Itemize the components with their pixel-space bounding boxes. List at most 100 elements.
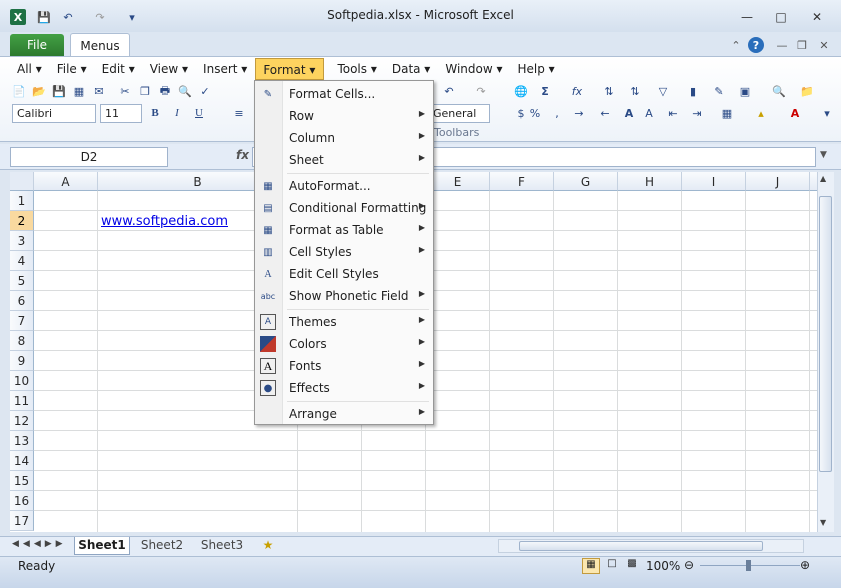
- open-icon[interactable]: 📂: [30, 82, 48, 100]
- new-icon[interactable]: 📄: [10, 82, 28, 100]
- insert-sheet-icon[interactable]: ★: [258, 537, 278, 555]
- scroll-up-icon[interactable]: ▲: [820, 174, 826, 183]
- row-header[interactable]: 10: [10, 371, 34, 391]
- menus-tab[interactable]: Menus: [70, 33, 130, 57]
- chart-icon[interactable]: ▮: [684, 82, 702, 100]
- grow-font-icon[interactable]: A: [620, 104, 638, 122]
- print-preview-icon[interactable]: 🔍: [176, 82, 194, 100]
- percent-icon[interactable]: %: [526, 104, 544, 122]
- borders-icon[interactable]: ▦: [718, 104, 736, 122]
- sort-ascending-icon[interactable]: ⇅: [600, 82, 618, 100]
- number-format-select[interactable]: General: [428, 104, 490, 123]
- expand-formula-icon[interactable]: ▼: [820, 150, 827, 160]
- menu-file[interactable]: File ▾: [50, 58, 95, 80]
- hyperlink-icon[interactable]: 🌐: [512, 82, 530, 100]
- menu-item-format-as-table[interactable]: ▦ Format as Table ▶: [257, 219, 431, 241]
- minimize-icon[interactable]: —: [734, 8, 760, 26]
- menu-item-conditional-formatting[interactable]: ▤ Conditional Formatting ▶: [257, 197, 431, 219]
- print-icon[interactable]: 🖶: [156, 82, 174, 100]
- column-header[interactable]: J: [746, 172, 810, 191]
- menu-item-autoformat[interactable]: ▦ AutoFormat...: [257, 175, 431, 197]
- underline-button[interactable]: U: [190, 104, 208, 122]
- menu-tools[interactable]: Tools ▾: [330, 58, 384, 80]
- excel-save-icon[interactable]: ▦: [70, 82, 88, 100]
- undo-toolbar-icon[interactable]: ↶: [440, 82, 458, 100]
- menu-item-row[interactable]: Row ▶: [257, 105, 431, 127]
- column-header[interactable]: I: [682, 172, 746, 191]
- zoom-slider-thumb[interactable]: [746, 560, 751, 571]
- decrease-decimal-icon[interactable]: ←: [596, 104, 614, 122]
- menu-item-colors[interactable]: Colors ▶: [257, 333, 431, 355]
- picture-icon[interactable]: ▣: [736, 82, 754, 100]
- spelling-icon[interactable]: ✓: [196, 82, 214, 100]
- scroll-down-icon[interactable]: ▼: [820, 518, 826, 527]
- row-header[interactable]: 13: [10, 431, 34, 451]
- folder-icon[interactable]: 📁: [798, 82, 816, 100]
- font-size-select[interactable]: 11: [100, 104, 142, 123]
- font-color-icon[interactable]: A: [786, 104, 804, 122]
- autosum-icon[interactable]: Σ: [536, 82, 554, 100]
- save-toolbar-icon[interactable]: 💾: [50, 82, 68, 100]
- workbook-minimize-icon[interactable]: —: [774, 37, 790, 53]
- drawing-icon[interactable]: ✎: [710, 82, 728, 100]
- horizontal-scroll-thumb[interactable]: [519, 541, 763, 551]
- menu-data[interactable]: Data ▾: [385, 58, 439, 80]
- row-header[interactable]: 17: [10, 511, 34, 531]
- menu-item-sheet[interactable]: Sheet ▶: [257, 149, 431, 171]
- menu-item-cell-styles[interactable]: ▥ Cell Styles ▶: [257, 241, 431, 263]
- menu-format[interactable]: Format ▾: [255, 58, 325, 80]
- file-tab[interactable]: File: [10, 34, 64, 56]
- menu-item-edit-cell-styles[interactable]: A Edit Cell Styles: [257, 263, 431, 285]
- italic-button[interactable]: I: [168, 104, 186, 122]
- menu-help[interactable]: Help ▾: [511, 58, 563, 80]
- insert-function-icon[interactable]: fx: [236, 148, 249, 162]
- menu-window[interactable]: Window ▾: [438, 58, 510, 80]
- bold-button[interactable]: B: [146, 104, 164, 122]
- row-header[interactable]: 12: [10, 411, 34, 431]
- workbook-close-icon[interactable]: ✕: [816, 37, 832, 53]
- column-header[interactable]: A: [34, 172, 98, 191]
- page-layout-icon[interactable]: □: [604, 558, 620, 574]
- maximize-icon[interactable]: □: [768, 8, 794, 26]
- row-header[interactable]: 15: [10, 471, 34, 491]
- menu-item-effects[interactable]: ● Effects ▶: [257, 377, 431, 399]
- sort-descending-icon[interactable]: ⇅: [626, 82, 644, 100]
- redo-toolbar-icon[interactable]: ↷: [472, 82, 490, 100]
- minimize-ribbon-icon[interactable]: ⌃: [728, 37, 744, 53]
- zoom-level[interactable]: 100%: [646, 559, 680, 573]
- row-header[interactable]: 2: [10, 211, 34, 231]
- sheet-tab-2[interactable]: Sheet2: [134, 537, 190, 555]
- menu-item-arrange[interactable]: Arrange ▶: [257, 403, 431, 425]
- cell-b2-hyperlink[interactable]: www.softpedia.com: [101, 214, 228, 229]
- row-header[interactable]: 11: [10, 391, 34, 411]
- column-header[interactable]: [810, 172, 817, 191]
- name-box[interactable]: D2: [10, 147, 168, 167]
- column-header[interactable]: E: [426, 172, 490, 191]
- page-break-icon[interactable]: ▩: [624, 558, 640, 574]
- row-header[interactable]: 3: [10, 231, 34, 251]
- zoom-out-icon[interactable]: ⊖: [684, 558, 694, 572]
- decrease-indent-icon[interactable]: ⇤: [664, 104, 682, 122]
- vertical-scroll-thumb[interactable]: [819, 196, 832, 472]
- menu-item-show-phonetic-field[interactable]: abc Show Phonetic Field ▶: [257, 285, 431, 307]
- increase-indent-icon[interactable]: ⇥: [688, 104, 706, 122]
- menu-insert[interactable]: Insert ▾: [196, 58, 255, 80]
- shrink-font-icon[interactable]: A: [640, 104, 658, 122]
- column-header[interactable]: G: [554, 172, 618, 191]
- menu-edit[interactable]: Edit ▾: [95, 58, 143, 80]
- sheet-tab-3[interactable]: Sheet3: [194, 537, 250, 555]
- zoom-icon[interactable]: 🔍: [770, 82, 788, 100]
- column-header[interactable]: H: [618, 172, 682, 191]
- more-options-icon[interactable]: ▾: [818, 104, 836, 122]
- row-header[interactable]: 9: [10, 351, 34, 371]
- menu-item-themes[interactable]: A Themes ▶: [257, 311, 431, 333]
- row-header[interactable]: 16: [10, 491, 34, 511]
- function-icon[interactable]: fx: [568, 82, 586, 100]
- horizontal-scrollbar[interactable]: [498, 539, 804, 553]
- cut-icon[interactable]: ✂: [116, 82, 134, 100]
- normal-view-icon[interactable]: ▦: [582, 558, 600, 574]
- menu-item-fonts[interactable]: A Fonts ▶: [257, 355, 431, 377]
- row-header[interactable]: 6: [10, 291, 34, 311]
- row-header[interactable]: 4: [10, 251, 34, 271]
- workbook-restore-icon[interactable]: ❐: [794, 37, 810, 53]
